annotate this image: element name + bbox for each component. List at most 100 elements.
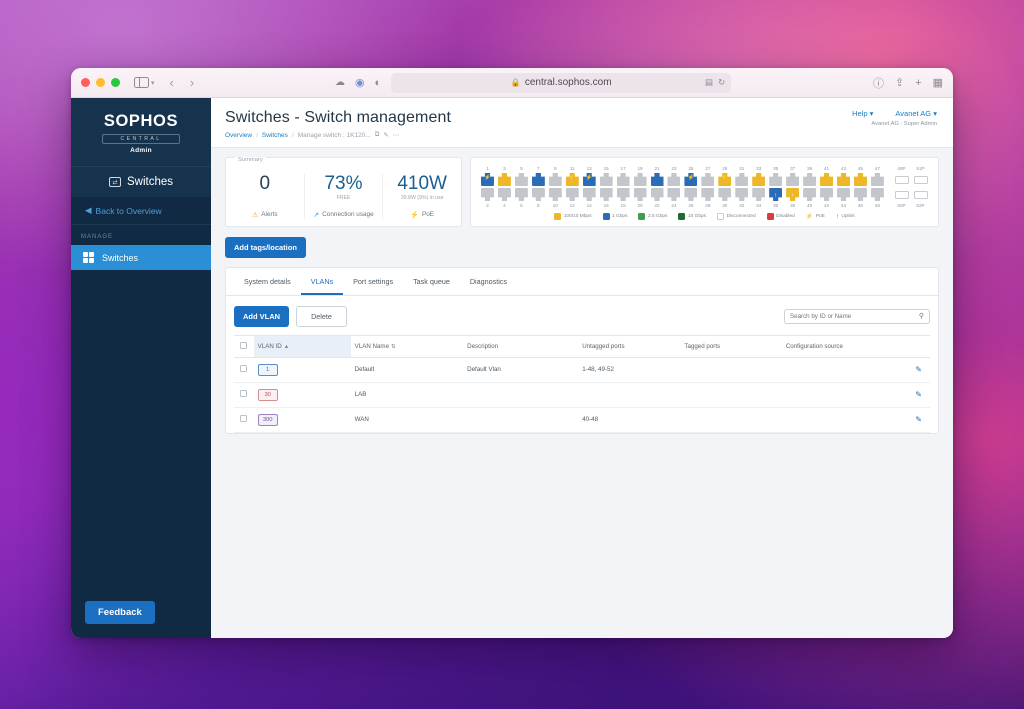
column-header-tagged-ports[interactable]: Tagged ports: [680, 335, 781, 357]
close-window-button[interactable]: [81, 78, 90, 87]
port-indicator[interactable]: [752, 173, 765, 186]
table-row[interactable]: 300WAN40-48✎: [234, 407, 930, 432]
sfp-port-indicator[interactable]: [895, 191, 909, 199]
port-indicator[interactable]: [837, 188, 850, 201]
add-tags-location-button[interactable]: Add tags/location: [225, 237, 306, 258]
row-checkbox[interactable]: [240, 365, 247, 372]
port-indicator[interactable]: ↑: [769, 188, 782, 201]
sfp-port-indicator[interactable]: [914, 191, 928, 199]
add-vlan-button[interactable]: Add VLAN: [234, 306, 289, 327]
port-indicator[interactable]: [701, 188, 714, 201]
port-indicator[interactable]: [752, 188, 765, 201]
delete-vlan-button[interactable]: Delete: [296, 306, 347, 327]
share-icon[interactable]: ⇪: [895, 76, 904, 89]
port-indicator[interactable]: [820, 188, 833, 201]
port-indicator[interactable]: [515, 173, 528, 186]
tab-overview-icon[interactable]: ▦: [933, 76, 943, 89]
tab-system-details[interactable]: System details: [234, 268, 301, 295]
port-indicator[interactable]: [803, 188, 816, 201]
port-indicator[interactable]: [854, 173, 867, 186]
more-icon[interactable]: ⋯: [393, 131, 400, 139]
address-bar[interactable]: 🔒 central.sophos.com ▤ ↻: [391, 73, 731, 93]
breadcrumb-item-switches[interactable]: Switches: [262, 132, 288, 139]
icloud-icon[interactable]: ☁: [335, 74, 345, 92]
breadcrumb-item-overview[interactable]: Overview: [225, 132, 252, 139]
port-indicator[interactable]: [854, 188, 867, 201]
table-row[interactable]: 1DefaultDefault Vlan1-48, 49-52✎: [234, 357, 930, 382]
column-header-vlan-id[interactable]: VLAN ID▲: [254, 335, 351, 357]
port-indicator[interactable]: [837, 173, 850, 186]
search-icon[interactable]: ⚲: [919, 312, 924, 320]
port-indicator[interactable]: [617, 188, 630, 201]
port-indicator[interactable]: [583, 188, 596, 201]
port-indicator[interactable]: ⚡: [481, 173, 494, 186]
edit-icon[interactable]: ✎: [915, 365, 922, 374]
back-to-overview-link[interactable]: ◀ Back to Overview: [71, 197, 211, 225]
edit-icon[interactable]: ✎: [915, 415, 922, 424]
forward-arrow-icon[interactable]: ›: [185, 75, 199, 90]
port-indicator[interactable]: [498, 188, 511, 201]
tab-diagnostics[interactable]: Diagnostics: [460, 268, 517, 295]
port-indicator[interactable]: [651, 188, 664, 201]
port-indicator[interactable]: [634, 188, 647, 201]
port-indicator[interactable]: ↑: [786, 188, 799, 201]
port-indicator[interactable]: [498, 173, 511, 186]
port-indicator[interactable]: [651, 173, 664, 186]
port-indicator[interactable]: [566, 188, 579, 201]
reader-icon[interactable]: ▤: [705, 77, 713, 88]
port-indicator[interactable]: [549, 188, 562, 201]
account-menu[interactable]: Avanet AG ▾: [895, 109, 937, 118]
feedback-button[interactable]: Feedback: [85, 601, 155, 624]
edit-icon[interactable]: ✎: [383, 131, 388, 139]
port-indicator[interactable]: [617, 173, 630, 186]
port-indicator[interactable]: [871, 173, 884, 186]
contrast-icon[interactable]: ◐: [375, 74, 382, 92]
port-indicator[interactable]: ⚡: [718, 173, 731, 186]
port-indicator[interactable]: [718, 188, 731, 201]
port-indicator[interactable]: [481, 188, 494, 201]
select-all-checkbox[interactable]: [240, 342, 247, 349]
tab-port-settings[interactable]: Port settings: [343, 268, 403, 295]
edit-icon[interactable]: ✎: [915, 390, 922, 399]
port-indicator[interactable]: [515, 188, 528, 201]
sidebar-toggle-icon[interactable]: ▾: [134, 77, 155, 88]
port-indicator[interactable]: [532, 173, 545, 186]
sfp-port-indicator[interactable]: [895, 176, 909, 184]
port-indicator[interactable]: [684, 188, 697, 201]
sophos-logo[interactable]: SOPHOS CENTRAL Admin: [71, 98, 211, 166]
port-indicator[interactable]: [786, 173, 799, 186]
table-row[interactable]: 30LAB✎: [234, 382, 930, 407]
port-indicator[interactable]: [769, 173, 782, 186]
row-checkbox[interactable]: [240, 415, 247, 422]
port-indicator[interactable]: [803, 173, 816, 186]
port-indicator[interactable]: [667, 188, 680, 201]
sidebar-item-switches[interactable]: Switches: [71, 245, 211, 270]
column-header-vlan-name[interactable]: VLAN Name⇅: [351, 335, 464, 357]
port-indicator[interactable]: [871, 188, 884, 201]
maximize-window-button[interactable]: [111, 78, 120, 87]
sfp-port-indicator[interactable]: [914, 176, 928, 184]
port-indicator[interactable]: [735, 173, 748, 186]
port-indicator[interactable]: [549, 173, 562, 186]
port-indicator[interactable]: ⚡: [583, 173, 596, 186]
minimize-window-button[interactable]: [96, 78, 105, 87]
column-header-untagged-ports[interactable]: Untagged ports: [578, 335, 680, 357]
tab-task-queue[interactable]: Task queue: [403, 268, 460, 295]
port-indicator[interactable]: ⚡: [684, 173, 697, 186]
port-indicator[interactable]: ⚡: [566, 173, 579, 186]
column-header-configuration-source[interactable]: Configuration source: [782, 335, 903, 357]
search-box[interactable]: ⚲: [784, 309, 930, 324]
reload-icon[interactable]: ↻: [718, 77, 725, 88]
column-header-description[interactable]: Description: [463, 335, 578, 357]
port-indicator[interactable]: [667, 173, 680, 186]
port-indicator[interactable]: [532, 188, 545, 201]
port-indicator[interactable]: [701, 173, 714, 186]
search-input[interactable]: [790, 313, 919, 320]
port-indicator[interactable]: [600, 173, 613, 186]
tab-vlans[interactable]: VLANs: [301, 268, 343, 295]
download-icon[interactable]: ⓘ: [873, 75, 884, 91]
port-indicator[interactable]: [600, 188, 613, 201]
port-indicator[interactable]: [634, 173, 647, 186]
new-tab-icon[interactable]: +: [915, 77, 921, 89]
extension-icon[interactable]: ◉: [355, 74, 365, 92]
